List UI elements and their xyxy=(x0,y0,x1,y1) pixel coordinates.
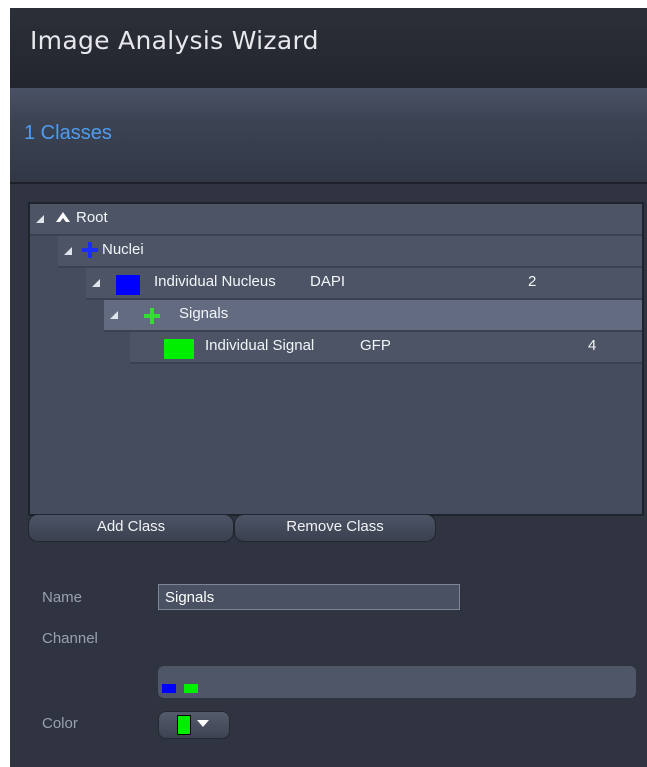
selected-color-swatch xyxy=(177,715,191,735)
channel-green-swatch[interactable] xyxy=(184,684,198,693)
tree-channel-dapi: DAPI xyxy=(310,273,346,290)
tree-channel-gfp: GFP xyxy=(360,337,391,354)
tree-row-individual-signal[interactable]: Individual Signal GFP 4 xyxy=(130,332,642,364)
title-bar: Image Analysis Wizard xyxy=(10,8,647,88)
tree-label-signals: Signals xyxy=(179,305,229,322)
step-title: 1 Classes xyxy=(24,122,112,144)
tree-row-signals[interactable]: Signals xyxy=(104,300,642,332)
tree-label-individual-signal: Individual Signal xyxy=(205,337,315,354)
tree-count: 4 xyxy=(588,337,597,354)
step-header: 1 Classes xyxy=(10,88,647,184)
channel-blue-swatch[interactable] xyxy=(162,684,176,693)
tree-label-nuclei: Nuclei xyxy=(102,241,144,258)
collapse-arrow-icon[interactable] xyxy=(36,215,44,223)
tree-label-root: Root xyxy=(76,209,108,226)
collapse-arrow-icon[interactable] xyxy=(64,247,72,255)
class-tree[interactable]: Root Nuclei Individual Nucleus DAPI 2 Si… xyxy=(28,202,644,516)
color-label: Color xyxy=(42,715,78,732)
window-title: Image Analysis Wizard xyxy=(30,26,319,55)
tree-row-root[interactable]: Root xyxy=(30,204,642,236)
color-picker-button[interactable] xyxy=(158,711,230,739)
add-class-button[interactable]: Add Class xyxy=(28,514,234,542)
chevron-down-icon xyxy=(197,720,209,727)
plus-icon xyxy=(82,242,98,258)
plus-icon xyxy=(144,308,160,324)
channel-label: Channel xyxy=(42,630,98,647)
collapse-arrow-icon[interactable] xyxy=(110,311,118,319)
root-arrow-icon xyxy=(56,212,70,222)
tree-row-nuclei[interactable]: Nuclei xyxy=(58,236,642,268)
name-label: Name xyxy=(42,589,83,606)
class-color-swatch xyxy=(164,339,194,359)
name-input[interactable]: Signals xyxy=(158,584,460,610)
collapse-arrow-icon[interactable] xyxy=(92,279,100,287)
remove-class-button[interactable]: Remove Class xyxy=(234,514,436,542)
tree-label-individual-nucleus: Individual Nucleus xyxy=(154,273,276,290)
channel-selector[interactable] xyxy=(158,666,636,698)
class-color-swatch xyxy=(116,275,140,295)
wizard-window: Image Analysis Wizard 1 Classes Root Nuc… xyxy=(10,8,647,767)
tree-count: 2 xyxy=(528,273,537,290)
tree-row-individual-nucleus[interactable]: Individual Nucleus DAPI 2 xyxy=(86,268,642,300)
